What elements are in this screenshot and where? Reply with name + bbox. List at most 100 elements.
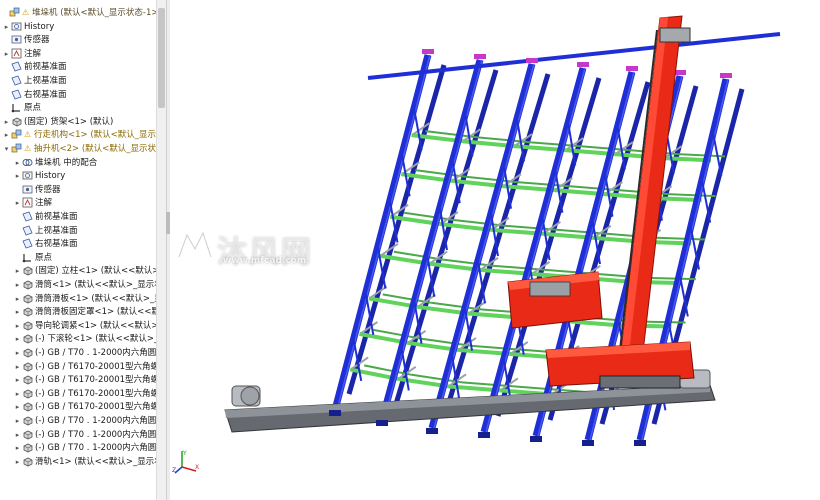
tree-item-label: 滑筒滑板固定罩<1> (默认<<默认: [35, 307, 166, 318]
expand-toggle-icon[interactable]: ▸: [14, 332, 21, 346]
tree-item-label: 堆垛机 中的配合: [35, 157, 98, 168]
part-icon: [23, 348, 33, 358]
expand-toggle-icon[interactable]: ▸: [14, 455, 21, 469]
origin-icon: [11, 104, 20, 113]
annotation-icon: [22, 197, 33, 208]
watermark: 沐风网 www.mfcad.com: [175, 225, 355, 270]
expand-toggle-icon[interactable]: ▸: [14, 373, 21, 387]
mast-top-pulley: [659, 27, 691, 43]
part-icon: [23, 389, 33, 399]
part-icon: [23, 457, 33, 467]
tree-item-label: 注解: [24, 48, 42, 59]
expand-toggle-icon[interactable]: ▸: [14, 264, 21, 278]
tree-item-label: 堆垛机 (默认<默认_显示状态-1>): [32, 8, 162, 18]
expand-toggle-icon[interactable]: ▸: [3, 20, 10, 34]
tree-item-label: 滑轨<1> (默认<<默认>_显示状态-: [35, 456, 166, 467]
expand-toggle-icon[interactable]: ▸: [14, 360, 21, 374]
tree-item-label: (-) GB / T6170-20001型六角螺母: [35, 375, 166, 386]
tree-item-label: (-) GB / T70 . 1-2000内六角圆柱头: [35, 416, 166, 426]
tree-item-label: 前视基准面: [35, 212, 78, 222]
subassembly-icon: [11, 143, 22, 153]
triad-y-label: Y: [182, 450, 187, 457]
rack-cap: [577, 62, 589, 67]
expand-toggle-icon[interactable]: ▸: [14, 441, 21, 455]
expand-toggle-icon[interactable]: ▸: [14, 387, 21, 401]
expand-toggle-icon[interactable]: ▸: [14, 319, 21, 333]
part-icon: [23, 280, 33, 290]
watermark-logo-icon: [176, 227, 214, 258]
tree-item-label: 传感器: [24, 35, 50, 46]
part-icon: [23, 334, 33, 344]
expand-toggle-icon[interactable]: ▸: [3, 128, 10, 142]
history-icon: [22, 171, 33, 180]
expand-toggle-icon[interactable]: ▸: [14, 428, 21, 442]
expand-toggle-icon[interactable]: ▸: [14, 278, 21, 292]
tree-item-label: History: [35, 171, 66, 182]
tree-item-label: (-) GB / T70 . 1-2000内六角圆柱头: [35, 348, 166, 358]
sensor-icon: [11, 35, 22, 44]
part-icon: [12, 117, 22, 127]
expand-toggle-icon[interactable]: ▸: [14, 346, 21, 360]
tree-item-label: 滑筒<1> (默认<<默认>_显示状态: [35, 280, 166, 290]
subassembly-icon: [11, 130, 22, 139]
mates-icon: [22, 158, 33, 166]
expand-toggle-icon[interactable]: ▸: [14, 400, 21, 414]
tree-item-label: 传感器: [35, 184, 61, 195]
expand-toggle-icon[interactable]: ▸: [14, 292, 21, 306]
expand-toggle-icon[interactable]: ▸: [14, 169, 21, 183]
part-icon: [23, 375, 33, 385]
part-icon: [23, 294, 33, 304]
expand-toggle-icon[interactable]: ▸: [3, 47, 10, 61]
rack-cap: [720, 73, 732, 78]
part-icon: [23, 443, 33, 453]
expand-toggle-icon[interactable]: ▸: [3, 115, 10, 129]
watermark-url: www.mfcad.com: [223, 256, 307, 266]
tree-item-label: 上视基准面: [35, 225, 78, 236]
part-icon: [23, 266, 33, 276]
tree-item-label: 原点: [35, 252, 53, 263]
plane-icon: [11, 61, 22, 72]
rack-cap: [626, 66, 638, 71]
scrollbar-thumb[interactable]: [158, 8, 165, 108]
tree-item-label: 上视基准面: [24, 76, 67, 86]
history-icon: [11, 22, 22, 30]
tree-item-label: (-) GB / T6170-20001型六角螺母: [35, 388, 166, 399]
tree-item-label: 抽升机<2> (默认<默认_显示状态-: [34, 144, 166, 154]
tree-scrollbar[interactable]: [156, 0, 166, 500]
tree-item-label: (-) GB / T6170-20001型六角螺母: [35, 361, 166, 372]
rack-cap: [526, 58, 538, 63]
part-icon: [23, 430, 33, 440]
tree-item-label: 右视基准面: [24, 89, 67, 100]
expand-toggle-icon[interactable]: ▸: [14, 196, 21, 210]
part-icon: [23, 416, 33, 426]
tree-item-label: 原点: [24, 103, 42, 114]
rail-end-wheel: [240, 386, 260, 406]
tree-item-label: (-) 下滚轮<1> (默认<<默认>_显示: [35, 334, 166, 345]
tree-item-label: History: [24, 21, 55, 32]
rack-cap: [474, 54, 486, 59]
expand-toggle-icon[interactable]: ▸: [14, 414, 21, 428]
tree-item-label: 前视基准面: [24, 62, 67, 73]
tree-item-label: (固定) 货架<1> (默认): [24, 116, 114, 127]
expand-toggle-icon[interactable]: ▸: [14, 305, 21, 319]
rack-foot: [634, 440, 646, 446]
plane-icon: [11, 89, 22, 100]
warning-icon: ⚠: [24, 130, 32, 140]
part-icon: [23, 321, 33, 331]
part-icon: [23, 362, 33, 372]
axis-triad: Y X Z: [172, 450, 199, 474]
rack-foot: [478, 432, 490, 438]
sensor-icon: [22, 185, 33, 194]
shelf-beam-back: [667, 193, 716, 198]
expand-toggle-icon[interactable]: ▾: [3, 142, 10, 156]
triad-x-label: X: [195, 464, 199, 471]
rack-foot: [582, 440, 594, 446]
expand-toggle-icon[interactable]: ▸: [14, 156, 21, 170]
tree-item-label: (固定) 立柱<1> (默认<<默认>_显: [35, 266, 166, 277]
rack-upright-highlight: [383, 59, 483, 421]
plane-icon: [11, 75, 22, 86]
rack-foot: [426, 428, 438, 434]
warning-icon: ⚠: [22, 8, 30, 17]
plane-icon: [22, 225, 33, 236]
carriage-fork: [529, 281, 571, 297]
